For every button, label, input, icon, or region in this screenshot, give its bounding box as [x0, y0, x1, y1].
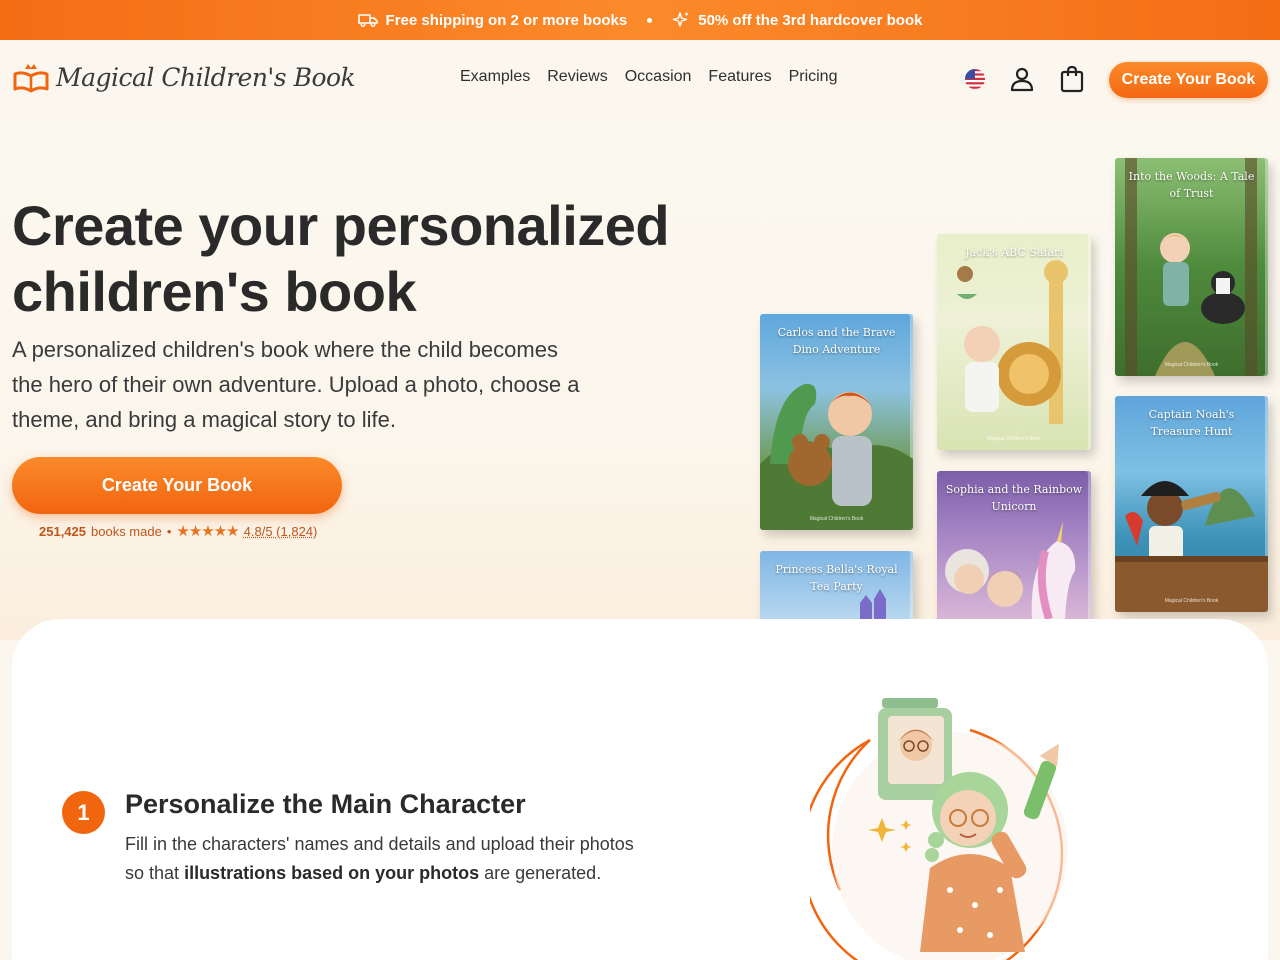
- header-actions: [964, 64, 1086, 94]
- sparkle-icon: [673, 12, 689, 27]
- book-cover-jack[interactable]: Jack's ABC Safari Magical Children's Boo…: [937, 234, 1091, 450]
- hero-subtitle: A personalized children's book where the…: [12, 337, 580, 432]
- promo-discount-text: 50% off the 3rd hardcover book: [698, 11, 923, 29]
- book-brand-label: Magical Children's Book: [987, 436, 1041, 442]
- character-illustration: [810, 698, 1068, 960]
- book-brand-label: Magical Children's Book: [809, 516, 864, 522]
- promo-shipping: Free shipping on 2 or more books: [357, 11, 628, 29]
- step-desc-bold: illustrations based on your photos: [184, 863, 480, 883]
- promo-discount: 50% off the 3rd hardcover book: [672, 11, 922, 29]
- nav-features[interactable]: Features: [708, 68, 771, 86]
- truck-icon: [357, 14, 378, 27]
- book-brand-label: Magical Children's Book: [1164, 362, 1219, 368]
- header-create-book-button[interactable]: Create Your Book: [1109, 62, 1268, 98]
- main-nav: Examples Reviews Occasion Features Prici…: [460, 68, 837, 86]
- book-art-safari: [957, 260, 1068, 424]
- book-title: Into the Woods: A Tale of Trust: [1128, 170, 1255, 200]
- book-cover-princess-bella[interactable]: Princess Bella's Royal Tea Party: [760, 551, 913, 619]
- book-title: Sophia and the Rainbow Unicorn: [945, 483, 1083, 513]
- hero-create-book-button[interactable]: Create Your Book: [12, 457, 342, 514]
- step-number-badge: 1: [62, 791, 105, 834]
- book-title: Jack's ABC Safari: [965, 246, 1063, 259]
- book-crown-icon: [13, 64, 49, 93]
- rating-stars-icon: ★★★★★: [176, 523, 239, 540]
- rating-link[interactable]: 4.8/5 (1,824): [244, 524, 318, 539]
- book-title: Princess Bella's Royal Tea Party: [775, 563, 898, 593]
- site-header: Magical Children's Book Examples Reviews…: [0, 40, 1280, 120]
- shopping-bag-icon[interactable]: [1058, 64, 1086, 94]
- promo-bar: Free shipping on 2 or more books 50% off…: [0, 0, 1280, 40]
- step-description: Fill in the characters' names and detail…: [125, 830, 645, 888]
- promo-separator: [647, 17, 653, 23]
- us-flag-icon[interactable]: [964, 68, 986, 90]
- nav-pricing[interactable]: Pricing: [789, 68, 838, 86]
- step-desc-after: are generated.: [484, 863, 602, 883]
- book-cover-carlos[interactable]: Carlos and the Brave Dino Adventure Magi…: [760, 314, 913, 530]
- brand-name: Magical Children's Book: [56, 62, 356, 92]
- books-count: 251,425: [39, 523, 86, 539]
- social-proof: 251,425 books made • ★★★★★ 4.8/5 (1,824): [39, 522, 317, 540]
- books-label: books made: [91, 523, 162, 539]
- nav-occasion[interactable]: Occasion: [625, 68, 692, 86]
- account-icon[interactable]: [1008, 65, 1036, 93]
- brand-logo[interactable]: Magical Children's Book: [12, 60, 356, 94]
- book-cover-into-the-woods[interactable]: Into the Woods: A Tale of Trust Magical …: [1115, 158, 1268, 376]
- book-title: Carlos and the Brave Dino Adventure: [777, 326, 896, 356]
- nav-examples[interactable]: Examples: [460, 68, 530, 86]
- book-cover-captain-noah[interactable]: Captain Noah's Treasure Hunt Magical Chi…: [1115, 396, 1268, 612]
- book-cover-sophia[interactable]: Sophia and the Rainbow Unicorn: [937, 471, 1091, 619]
- promo-shipping-text: Free shipping on 2 or more books: [385, 11, 628, 29]
- hero-title: Create your personalized children's book: [12, 194, 670, 323]
- book-brand-label: Magical Children's Book: [1164, 598, 1219, 604]
- step-title: Personalize the Main Character: [125, 789, 526, 819]
- book-title: Captain Noah's Treasure Hunt: [1148, 408, 1235, 438]
- nav-reviews[interactable]: Reviews: [547, 68, 607, 86]
- stats-separator: •: [166, 523, 172, 539]
